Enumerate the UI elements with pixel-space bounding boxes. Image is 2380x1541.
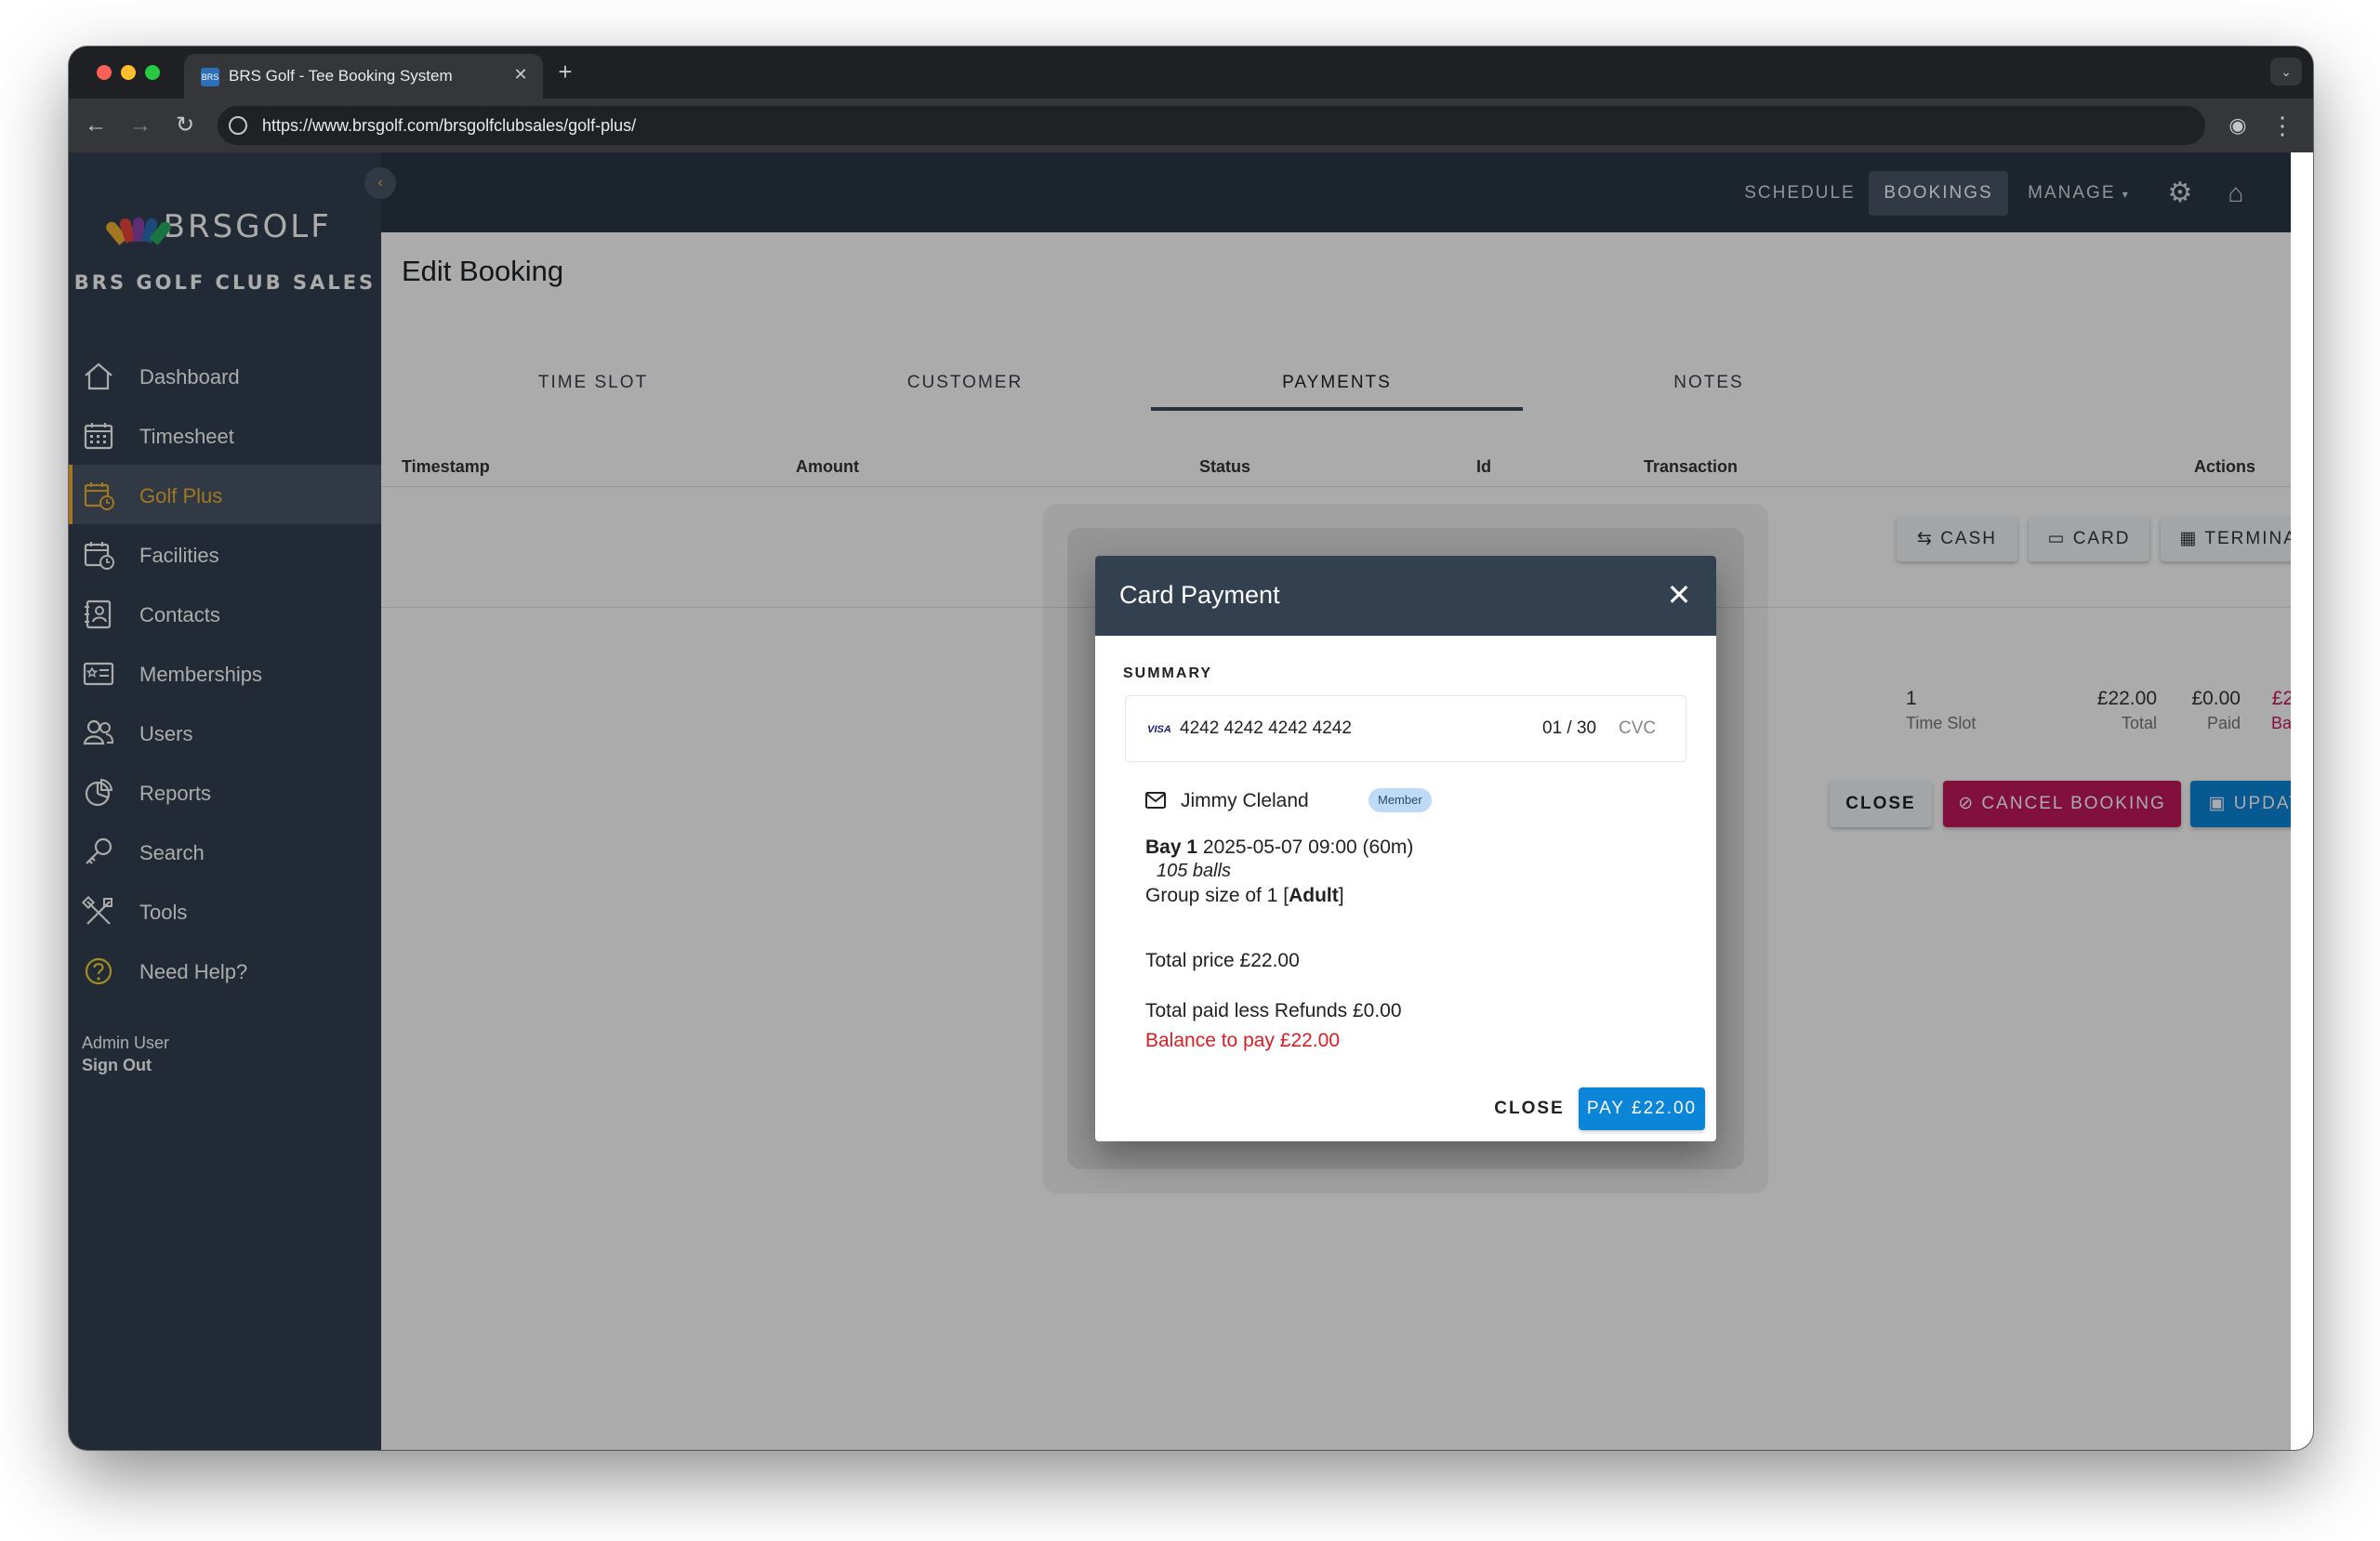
card-cvc-field[interactable]: CVC — [1619, 718, 1656, 739]
group-prefix: Group size of 1 [ — [1145, 885, 1289, 906]
card-input[interactable]: VISA 4242 4242 4242 4242 01 / 30 CVC — [1125, 695, 1686, 762]
favicon-icon: BRS — [201, 68, 219, 86]
url-text: https://www.brsgolf.com/brsgolfclubsales… — [262, 116, 637, 135]
booking-details: Bay 1 2025-05-07 09:00 (60m) — [1145, 836, 1413, 859]
back-icon[interactable]: ← — [82, 112, 110, 139]
reload-icon[interactable]: ↻ — [171, 112, 199, 139]
maximize-window-button[interactable] — [145, 65, 160, 80]
balance-to-pay: Balance to pay £22.00 — [1145, 1030, 1340, 1051]
browser-window: BRS BRS Golf - Tee Booking System ✕ + ⌄ … — [69, 46, 2313, 1450]
group-suffix: ] — [1338, 885, 1344, 906]
tab-strip: BRS BRS Golf - Tee Booking System ✕ + ⌄ — [69, 46, 2313, 99]
address-bar[interactable]: https://www.brsgolf.com/brsgolfclubsales… — [218, 106, 2205, 145]
envelope-icon — [1145, 792, 1166, 809]
visa-icon: VISA — [1147, 724, 1171, 735]
forward-icon[interactable]: → — [126, 112, 154, 139]
booking-time: 2025-05-07 09:00 (60m) — [1202, 836, 1414, 858]
tab-title: BRS Golf - Tee Booking System — [229, 67, 453, 85]
modal-close-button[interactable]: CLOSE — [1488, 1087, 1571, 1130]
balls-count: 105 balls — [1157, 861, 1232, 881]
card-expiry-field[interactable]: 01 / 30 — [1542, 718, 1596, 739]
new-tab-icon[interactable]: + — [552, 59, 578, 86]
bay-name: Bay 1 — [1145, 836, 1198, 858]
modal-header: Card Payment ✕ — [1095, 556, 1716, 636]
card-payment-modal: Card Payment ✕ SUMMARY VISA 4242 4242 42… — [1095, 556, 1716, 1141]
total-paid: Total paid less Refunds £0.00 — [1145, 1000, 1402, 1021]
tab-close-icon[interactable]: ✕ — [509, 63, 532, 86]
customer-name: Jimmy Cleland — [1181, 790, 1309, 811]
browser-menu-icon[interactable]: ⋮ — [2268, 112, 2296, 139]
site-info-icon[interactable] — [229, 116, 247, 135]
page-viewport: BRSGOLF BRS GOLF CLUB SALES Dashboard Ti… — [69, 152, 2291, 1450]
modal-title: Card Payment — [1119, 581, 1280, 609]
member-badge: Member — [1368, 788, 1432, 812]
card-number-field[interactable]: 4242 4242 4242 4242 — [1180, 718, 1352, 739]
close-window-button[interactable] — [97, 65, 112, 80]
group-size: Group size of 1 [Adult] — [1145, 885, 1344, 907]
tab-search-icon[interactable]: ⌄ — [2270, 58, 2302, 86]
minimize-window-button[interactable] — [121, 65, 136, 80]
close-icon[interactable]: ✕ — [1662, 578, 1696, 612]
group-type: Adult — [1289, 885, 1339, 906]
total-price: Total price £22.00 — [1145, 950, 1300, 971]
pay-button[interactable]: PAY £22.00 — [1579, 1087, 1705, 1130]
summary-heading: SUMMARY — [1123, 665, 1213, 681]
page-scrollbar[interactable] — [2291, 152, 2313, 1450]
browser-tab[interactable]: BRS BRS Golf - Tee Booking System ✕ — [184, 54, 543, 99]
browser-toolbar: ← → ↻ https://www.brsgolf.com/brsgolfclu… — [69, 99, 2313, 152]
profile-icon[interactable]: ◉ — [2224, 112, 2252, 139]
